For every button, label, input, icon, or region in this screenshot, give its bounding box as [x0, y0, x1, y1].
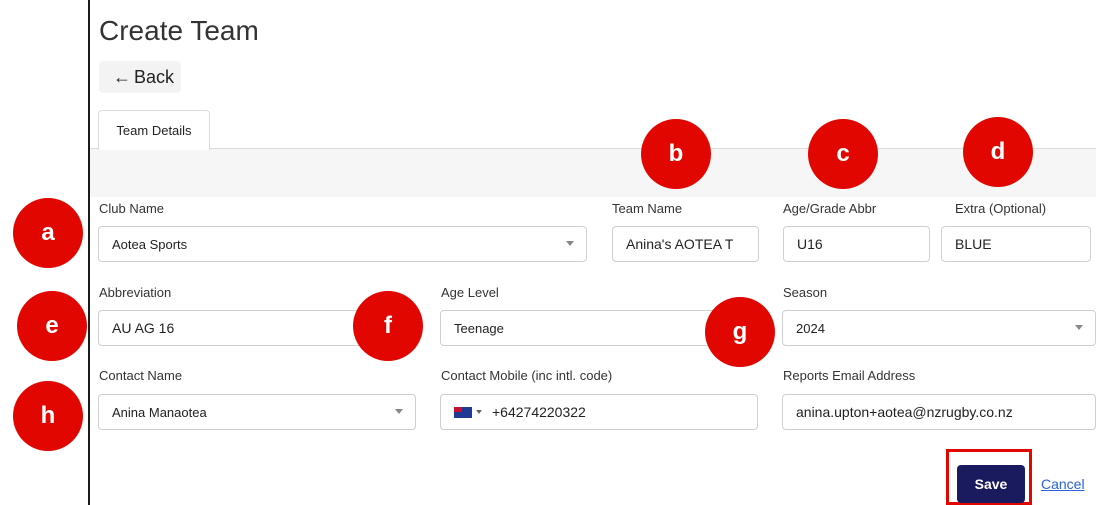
abbreviation-value: AU AG 16: [112, 320, 175, 336]
chevron-down-icon: [395, 409, 403, 414]
extra-label: Extra (Optional): [955, 201, 1047, 216]
age-grade-abbr-value: U16: [797, 236, 823, 252]
page-title: Create Team: [99, 15, 259, 46]
reports-email-input[interactable]: anina.upton+aotea@nzrugby.co.nz: [782, 394, 1096, 430]
country-caret-icon[interactable]: [476, 410, 482, 414]
club-name-select[interactable]: Aotea Sports: [98, 226, 587, 262]
team-name-value: Anina's AOTEA T: [626, 236, 734, 252]
contact-mobile-value: +64274220322: [492, 404, 586, 420]
reports-email-label: Reports Email Address: [783, 368, 916, 383]
abbreviation-label: Abbreviation: [99, 285, 172, 300]
annotation-marker-g: g: [705, 297, 775, 367]
age-level-label: Age Level: [441, 285, 499, 300]
contact-mobile-label: Contact Mobile (inc intl. code): [441, 368, 613, 383]
annotation-marker-c: c: [808, 119, 878, 189]
club-name-label: Club Name: [99, 201, 165, 216]
annotation-marker-b: b: [641, 119, 711, 189]
contact-name-select[interactable]: Anina Manaotea: [98, 394, 416, 430]
season-select[interactable]: 2024: [782, 310, 1096, 346]
tab-team-details[interactable]: Team Details: [98, 110, 210, 150]
annotation-marker-d: d: [963, 117, 1033, 187]
annotation-marker-e: e: [17, 291, 87, 361]
back-button[interactable]: ← Back: [99, 61, 181, 93]
back-label: Back: [134, 66, 175, 87]
form-header-band: [90, 149, 1096, 197]
season-label: Season: [783, 285, 828, 300]
age-grade-abbr-input[interactable]: U16: [783, 226, 930, 262]
extra-input[interactable]: BLUE: [941, 226, 1091, 262]
chevron-down-icon: [1075, 325, 1083, 330]
team-name-input[interactable]: Anina's AOTEA T: [612, 226, 759, 262]
team-name-label: Team Name: [612, 201, 683, 216]
contact-name-value: Anina Manaotea: [112, 404, 207, 420]
age-grade-abbr-label: Age/Grade Abbr: [783, 201, 877, 216]
contact-name-label: Contact Name: [99, 368, 183, 383]
cancel-link[interactable]: Cancel: [1041, 476, 1085, 492]
extra-value: BLUE: [955, 236, 992, 252]
nz-flag-icon[interactable]: [454, 406, 472, 418]
age-level-value: Teenage: [454, 320, 504, 336]
arrow-left-icon: ←: [113, 66, 131, 87]
club-name-value: Aotea Sports: [112, 236, 188, 252]
season-value: 2024: [796, 320, 825, 336]
save-button[interactable]: Save: [957, 465, 1025, 503]
contact-mobile-input[interactable]: +64274220322: [440, 394, 758, 430]
annotation-marker-a: a: [13, 198, 83, 268]
annotation-marker-h: h: [13, 381, 83, 451]
reports-email-value: anina.upton+aotea@nzrugby.co.nz: [796, 404, 1013, 420]
annotation-marker-f: f: [353, 291, 423, 361]
chevron-down-icon: [566, 241, 574, 246]
